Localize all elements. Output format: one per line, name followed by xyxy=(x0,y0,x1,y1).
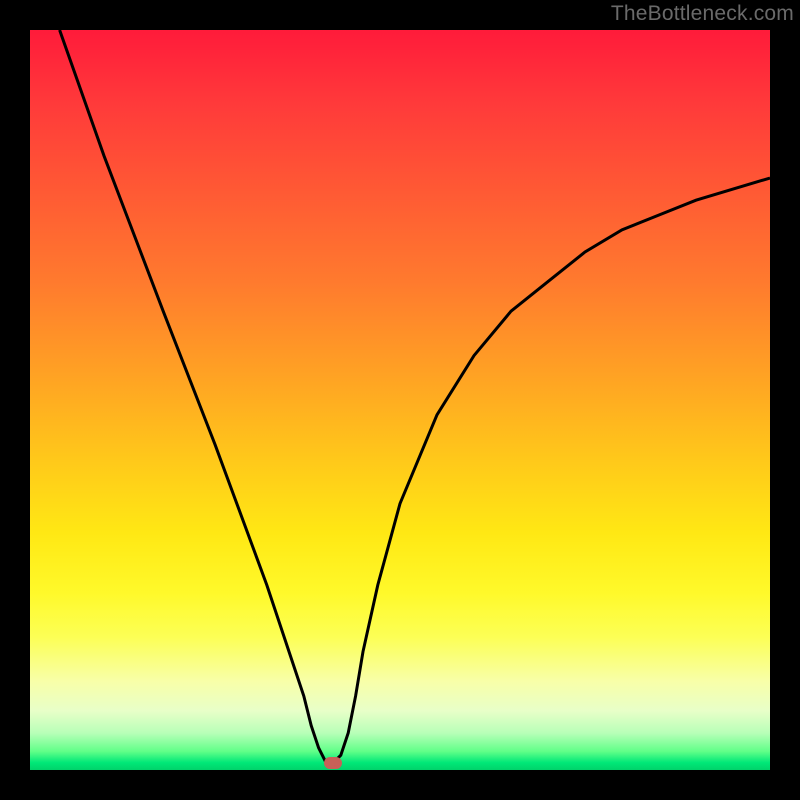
curve-path xyxy=(60,30,770,763)
plot-area xyxy=(30,30,770,770)
bottleneck-curve xyxy=(30,30,770,770)
chart-frame xyxy=(30,30,770,770)
current-point-marker xyxy=(324,757,342,769)
watermark-text: TheBottleneck.com xyxy=(611,2,794,26)
